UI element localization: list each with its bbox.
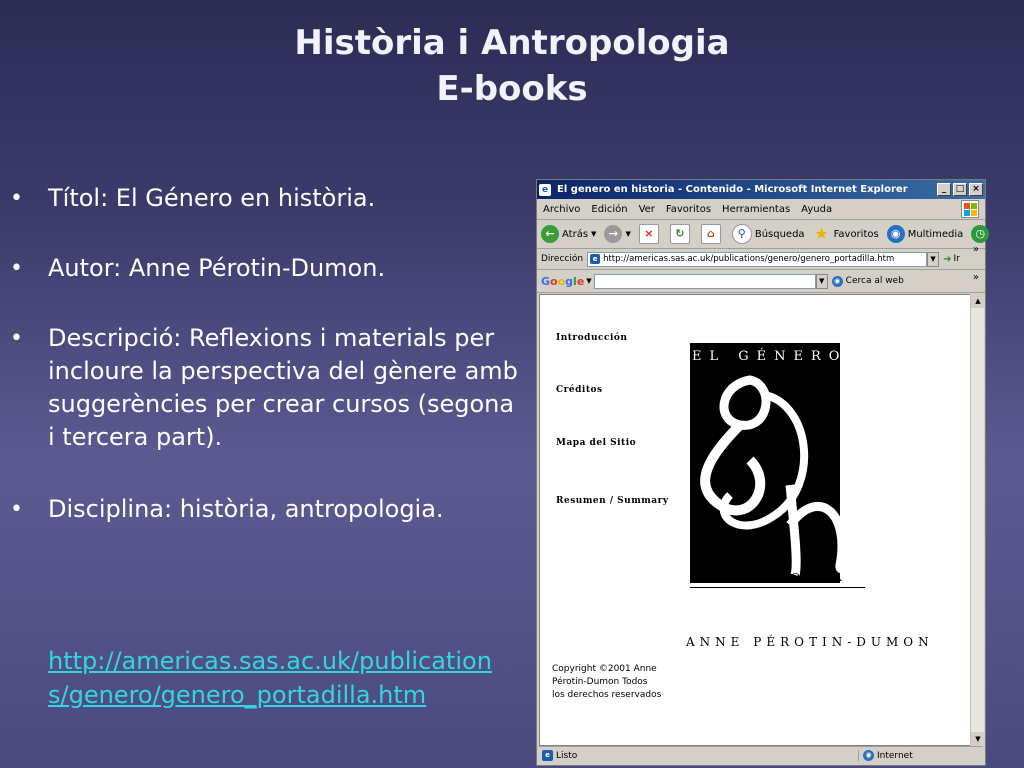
google-logo[interactable]: Google xyxy=(541,275,584,288)
menu-edicion[interactable]: Edición xyxy=(591,204,627,215)
menu-favoritos[interactable]: Favoritos xyxy=(666,204,711,215)
page-content: Introducción Créditos Mapa del Sitio Res… xyxy=(539,294,971,746)
toolbar-overflow-icon[interactable]: » xyxy=(973,244,979,255)
internet-zone-icon: ◉ xyxy=(863,750,874,761)
bullet-discipline: • Disciplina: història, antropologia. xyxy=(10,493,520,526)
google-search-label: Cerca al web xyxy=(845,276,904,286)
ie-icon: e xyxy=(539,183,551,196)
bullet-text: Descripció: Reflexions i materials per i… xyxy=(48,324,518,451)
bullet-text: Autor: Anne Pérotin-Dumon. xyxy=(48,254,386,282)
google-search-input[interactable] xyxy=(593,273,816,289)
back-arrow-icon: ← xyxy=(541,225,559,243)
refresh-icon: ↻ xyxy=(669,224,690,244)
address-value: http://americas.sas.ac.uk/publications/g… xyxy=(603,254,895,264)
slide-title-line2: E-books xyxy=(436,69,588,109)
author-name: ANNE PÉROTIN-DUMON xyxy=(686,635,934,649)
close-button[interactable]: × xyxy=(969,183,983,196)
globe-icon: ◉ xyxy=(886,225,905,243)
cover-underline xyxy=(690,587,865,588)
browser-window: e El genero en historia - Contenido - Mi… xyxy=(536,179,990,766)
bullet-author: • Autor: Anne Pérotin-Dumon. xyxy=(10,252,520,285)
home-icon: ⌂ xyxy=(700,224,721,244)
bullet-text: Disciplina: història, antropologia. xyxy=(48,495,444,523)
cover-title: EL GÉNERO xyxy=(692,349,848,364)
nav-mapa-del-sitio[interactable]: Mapa del Sitio xyxy=(556,438,636,448)
bullet-dot-icon: • xyxy=(10,497,23,522)
multimedia-label: Multimedia xyxy=(907,228,964,240)
go-label: Ir xyxy=(953,254,960,264)
minimize-button[interactable]: _ xyxy=(937,183,951,196)
address-label: Dirección xyxy=(541,254,584,264)
chevron-down-icon: ▼ xyxy=(591,230,597,238)
bullet-dot-icon: • xyxy=(10,256,23,281)
address-dropdown-button[interactable]: ▼ xyxy=(927,251,940,267)
address-bar: Dirección e http://americas.sas.ac.uk/pu… xyxy=(537,249,985,270)
search-label: Búsqueda xyxy=(754,228,805,240)
status-bar: e Listo ◉ Internet xyxy=(539,746,983,764)
slide-title-line1: Història i Antropologia xyxy=(294,23,730,63)
status-text: Listo xyxy=(556,750,578,761)
windows-logo-icon xyxy=(961,200,979,218)
toolbar: ← Atrás ▼ → ▼ × ↻ ⌂ ⚲ Búsqueda ★ Favorit… xyxy=(537,220,990,255)
bullet-text: Títol: El Género en història. xyxy=(48,184,376,212)
google-search-button[interactable]: ◉ Cerca al web xyxy=(831,275,904,287)
copyright-text: Copyright ©2001 Anne Pérotin-Dumon Todos… xyxy=(552,664,662,700)
chevron-down-icon: ▼ xyxy=(625,230,631,238)
history-button[interactable]: ◷ xyxy=(971,225,992,243)
home-button[interactable]: ⌂ xyxy=(700,224,724,244)
history-icon: ◷ xyxy=(971,225,990,243)
nav-creditos[interactable]: Créditos xyxy=(556,385,603,395)
bullet-description: • Descripció: Reflexions i materials per … xyxy=(10,322,520,454)
nav-introduccion[interactable]: Introducción xyxy=(556,333,627,343)
bullet-dot-icon: • xyxy=(10,326,23,351)
window-title: El genero en historia - Contenido - Micr… xyxy=(557,184,908,195)
stop-button[interactable]: × xyxy=(638,224,662,244)
favorites-label: Favoritos xyxy=(833,228,879,240)
favorites-button[interactable]: ★ Favoritos xyxy=(813,224,879,243)
cover-subtitle: EN HISTORIA xyxy=(692,571,849,584)
bullet-list: • Títol: El Género en història. • Autor: A… xyxy=(10,182,520,526)
page-icon: e xyxy=(590,254,601,264)
chevron-down-icon[interactable]: ▼ xyxy=(586,277,591,285)
menu-herramientas[interactable]: Herramientas xyxy=(722,204,790,215)
menu-ayuda[interactable]: Ayuda xyxy=(801,204,832,215)
browser-titlebar[interactable]: e El genero en historia - Contenido - Mi… xyxy=(537,180,985,199)
page-loaded-icon: e xyxy=(542,750,553,761)
menu-bar: Archivo Edición Ver Favoritos Herramient… xyxy=(537,199,985,220)
status-zone: Internet xyxy=(877,750,913,761)
scroll-up-icon[interactable]: ▲ xyxy=(971,294,985,308)
refresh-button[interactable]: ↻ xyxy=(669,224,693,244)
address-input[interactable]: e http://americas.sas.ac.uk/publications… xyxy=(587,251,928,267)
stop-icon: × xyxy=(638,224,659,244)
search-icon: ⚲ xyxy=(731,224,752,244)
back-button[interactable]: ← Atrás ▼ xyxy=(541,225,596,243)
search-button[interactable]: ⚲ Búsqueda xyxy=(731,224,805,244)
multimedia-button[interactable]: ◉ Multimedia xyxy=(886,225,964,243)
vertical-scrollbar[interactable]: ▲ ▼ xyxy=(970,294,985,746)
slide-title: Història i Antropologia E-books xyxy=(0,20,1024,112)
google-toolbar-overflow-icon[interactable]: » xyxy=(973,272,979,283)
nav-resumen-summary[interactable]: Resumen / Summary xyxy=(556,496,669,506)
forward-button[interactable]: → ▼ xyxy=(604,225,631,243)
bullet-dot-icon: • xyxy=(10,186,23,211)
calligraphy-logo xyxy=(700,375,874,577)
menu-ver[interactable]: Ver xyxy=(639,204,655,215)
forward-arrow-icon: → xyxy=(604,225,623,243)
menu-archivo[interactable]: Archivo xyxy=(543,204,580,215)
back-label: Atrás xyxy=(562,228,589,240)
bullet-title: • Títol: El Género en història. xyxy=(10,182,520,215)
google-toolbar: Google ▼ ▼ ◉ Cerca al web » xyxy=(537,270,985,293)
maximize-button[interactable]: □ xyxy=(953,183,967,196)
google-dropdown-button[interactable]: ▼ xyxy=(815,273,828,289)
globe-icon: ◉ xyxy=(831,275,843,287)
star-icon: ★ xyxy=(814,224,829,243)
ebook-link[interactable]: http://americas.sas.ac.uk/publications/g… xyxy=(48,644,508,712)
go-button[interactable]: ➔ Ir xyxy=(943,254,960,265)
scroll-down-icon[interactable]: ▼ xyxy=(971,732,985,746)
go-arrow-icon: ➔ xyxy=(943,253,952,265)
